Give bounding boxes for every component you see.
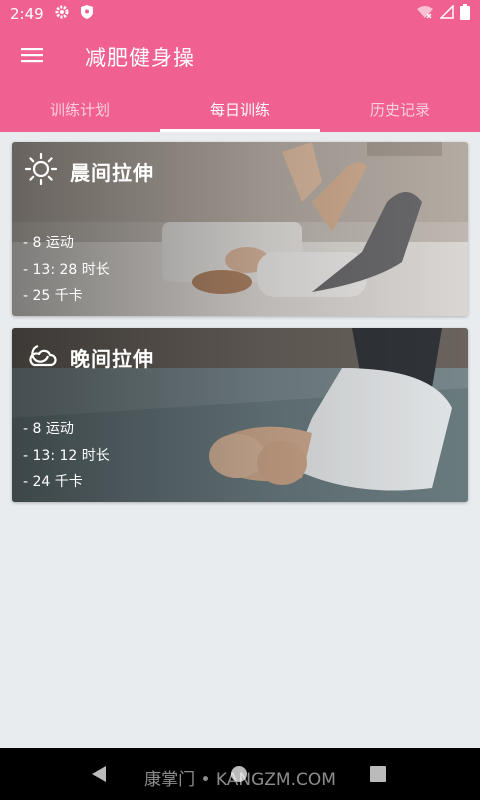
tab-training-plan[interactable]: 训练计划 (0, 86, 160, 132)
tab-daily-training[interactable]: 每日训练 (160, 86, 320, 132)
app-title: 减肥健身操 (85, 46, 195, 70)
battery-icon (460, 4, 470, 24)
wifi-icon (416, 5, 434, 23)
tab-label: 历史记录 (369, 100, 430, 119)
status-time: 2:49 (10, 5, 44, 23)
moon-cloud-icon (24, 338, 58, 376)
morning-stretch-card[interactable]: 晨间拉伸 - 8 运动 - 13: 28 时长 - 25 千卡 (12, 142, 468, 316)
watermark: 康掌门 • KANGZM.COM (144, 770, 336, 790)
shield-icon (80, 4, 94, 24)
stat-calories: - 25 千卡 (23, 288, 83, 304)
stat-duration: - 13: 12 时长 (23, 447, 110, 464)
card-title: 晚间拉伸 (70, 346, 154, 371)
stat-exercises: - 8 运动 (23, 235, 74, 251)
card-header: 晚间拉伸 (24, 338, 154, 376)
tab-history[interactable]: 历史记录 (320, 86, 480, 132)
tab-label: 每日训练 (209, 100, 270, 119)
tab-label: 训练计划 (49, 100, 110, 119)
stat-duration: - 13: 28 时长 (23, 261, 110, 278)
stat-calories: - 24 千卡 (23, 474, 83, 490)
gear-icon (54, 4, 70, 24)
card-header: 晨间拉伸 (24, 152, 154, 190)
menu-button[interactable] (0, 28, 64, 86)
app-bar: 减肥健身操 (0, 28, 480, 86)
status-bar: 2:49 (0, 0, 480, 28)
tab-bar: 训练计划 每日训练 历史记录 (0, 86, 480, 132)
sun-icon (24, 152, 58, 190)
card-stats: - 8 运动 - 13: 12 时长 - 24 千卡 (23, 416, 110, 496)
stat-exercises: - 8 运动 (23, 421, 74, 437)
card-stats: - 8 运动 - 13: 28 时长 - 25 千卡 (23, 230, 110, 310)
hamburger-menu-icon (21, 47, 43, 67)
evening-stretch-card[interactable]: 晚间拉伸 - 8 运动 - 13: 12 时长 - 24 千卡 (12, 328, 468, 502)
signal-icon (439, 4, 454, 23)
card-title: 晨间拉伸 (70, 160, 154, 185)
